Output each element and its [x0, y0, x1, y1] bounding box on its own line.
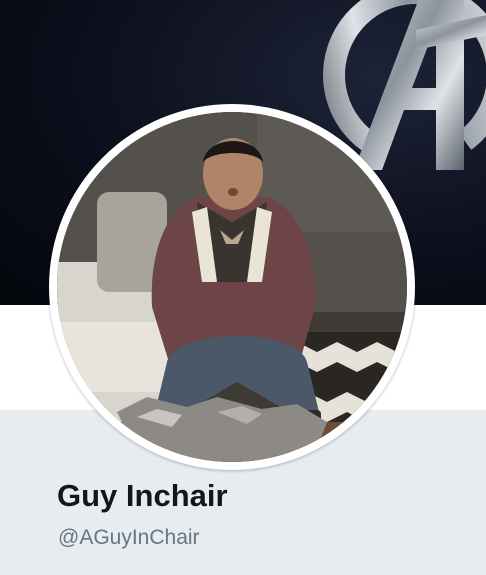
profile-handle[interactable]: @AGuyInChair — [58, 526, 200, 550]
profile-avatar[interactable] — [49, 104, 415, 470]
avatar-photo — [57, 112, 407, 462]
profile-display-name: Guy Inchair — [57, 478, 228, 513]
